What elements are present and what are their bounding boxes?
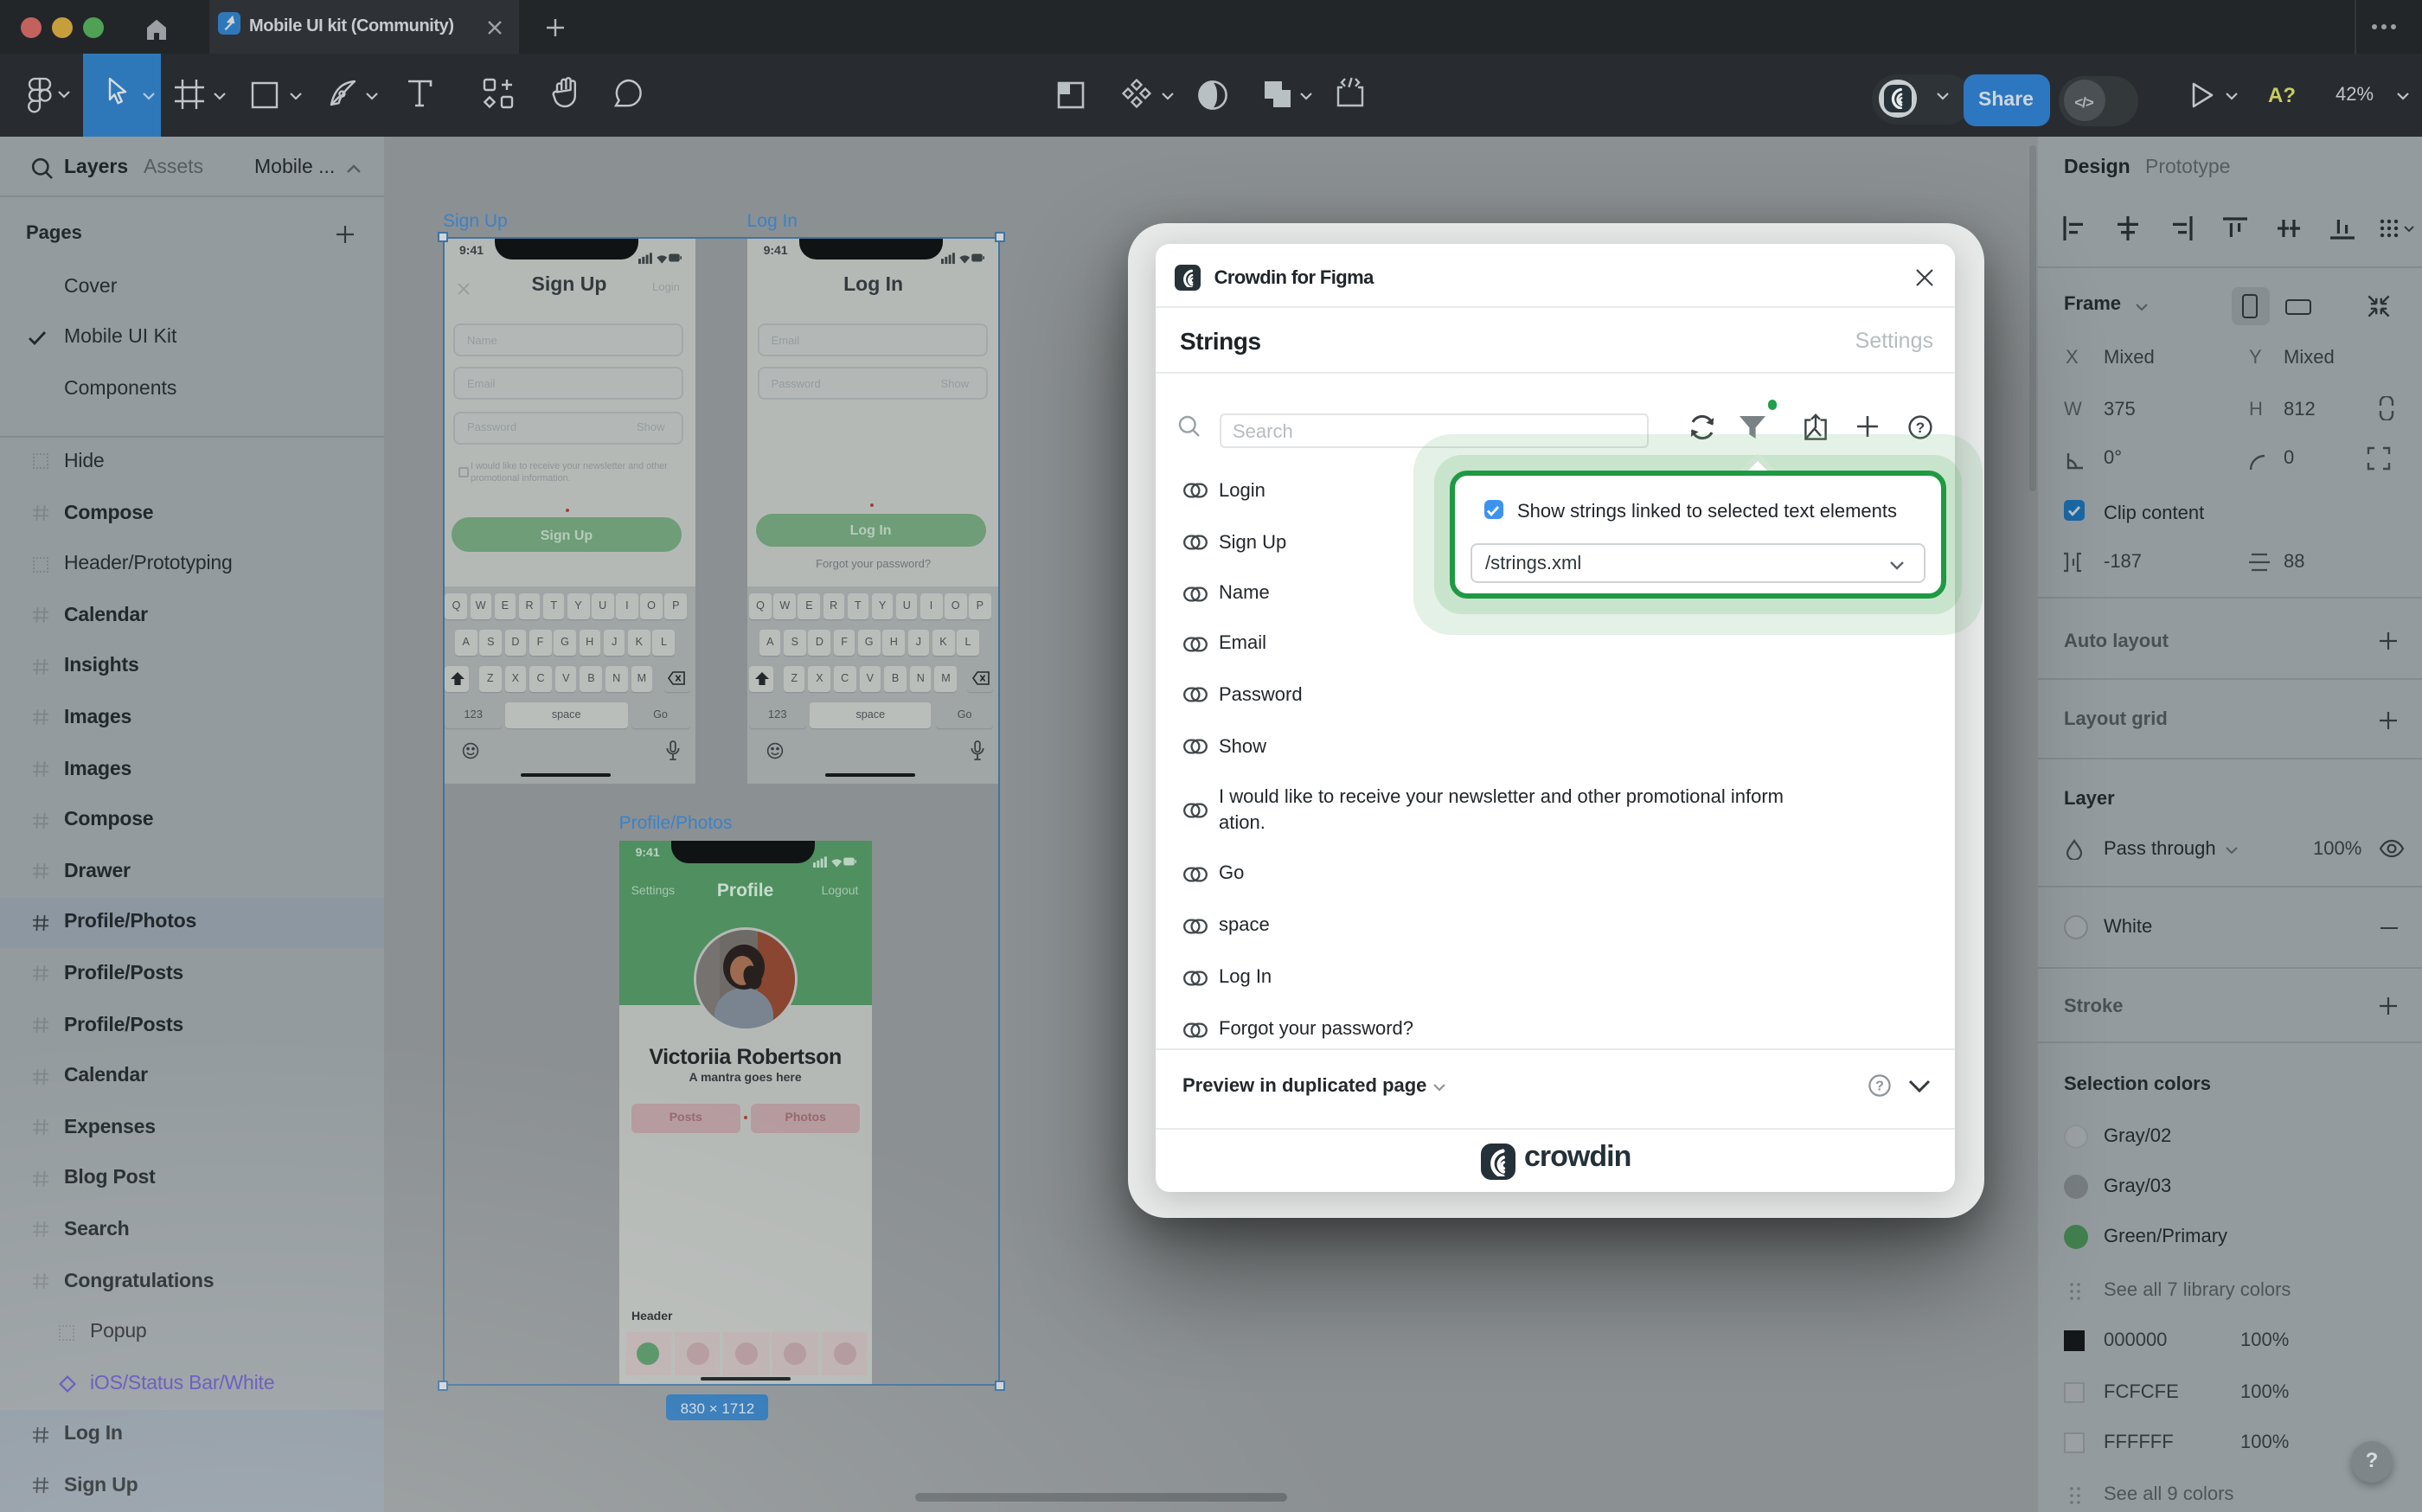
svg-text:?: ? (1874, 1080, 1883, 1094)
svg-text:?: ? (1915, 419, 1924, 435)
